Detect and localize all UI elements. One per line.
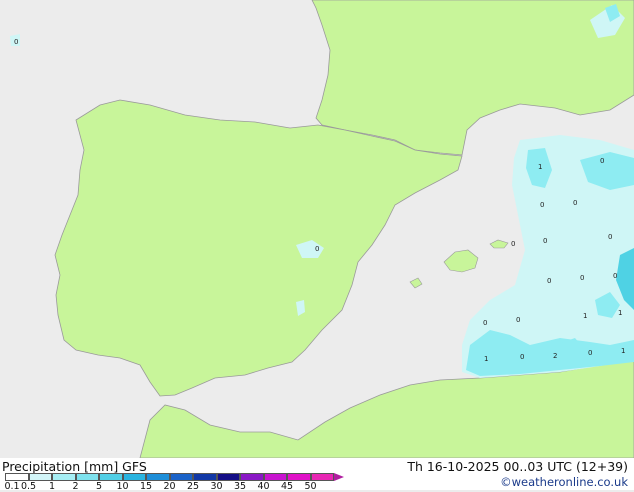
precipitation-map: 0 1 0 0 0 0 0 0 0 0 0 0 0 1 1 1 0 2 0 1 … — [0, 0, 634, 458]
legend-title: Precipitation [mm] GFS — [2, 459, 147, 474]
legend-tick-label: 50 — [304, 481, 317, 492]
map-label: 0 — [613, 272, 617, 280]
legend-tick-label: 45 — [280, 481, 294, 492]
legend-bar-area: Precipitation [mm] GFS Th 16-10-2025 00.… — [0, 458, 634, 492]
legend-swatch — [169, 473, 193, 481]
legend-swatch — [122, 473, 146, 481]
legend-tick-label: 0.5 — [20, 481, 37, 492]
map-label: 0 — [520, 353, 524, 361]
legend-swatch — [240, 473, 264, 481]
legend-tick-label: 0.1 — [4, 481, 20, 492]
legend-swatch — [99, 473, 123, 481]
legend-tick-label: 2 — [72, 481, 79, 492]
legend-swatch — [75, 473, 99, 481]
map-label: 1 — [583, 312, 587, 320]
legend-tick-label: 25 — [186, 481, 200, 492]
map-label: 0 — [315, 245, 319, 253]
legend-tick-label: 5 — [95, 481, 103, 492]
map-label: 1 — [621, 347, 625, 355]
legend-arrow — [334, 473, 344, 481]
valid-time: Th 16-10-2025 00..03 UTC (12+39) — [407, 459, 628, 474]
map-label: 0 — [14, 38, 18, 46]
map-label: 1 — [618, 309, 622, 317]
legend-swatch — [146, 473, 170, 481]
map-label: 0 — [600, 157, 604, 165]
legend-tick-label: 1 — [48, 481, 56, 492]
map-label: 0 — [540, 201, 544, 209]
legend-swatch — [310, 473, 334, 481]
map-label: 0 — [511, 240, 515, 248]
map-label: 2 — [553, 352, 557, 360]
map-label: 0 — [516, 316, 520, 324]
legend-swatch — [5, 473, 29, 481]
legend-tick-label: 40 — [257, 481, 270, 492]
legend-swatch — [287, 473, 311, 481]
map-label: 1 — [484, 355, 488, 363]
map-label: 0 — [588, 349, 592, 357]
credit-link[interactable]: ©weatheronline.co.uk — [500, 475, 628, 489]
map-label: 0 — [543, 237, 547, 245]
legend-tick-label: 30 — [210, 481, 223, 492]
legend-swatch — [263, 473, 287, 481]
map-label: 1 — [538, 163, 542, 171]
legend-tick-label: 20 — [163, 481, 176, 492]
map-label: 0 — [547, 277, 551, 285]
legend-swatch — [28, 473, 52, 481]
color-scale — [5, 473, 344, 481]
legend-swatch — [216, 473, 240, 481]
map-label: 0 — [608, 233, 612, 241]
map-label: 0 — [573, 199, 577, 207]
map-label: 0 — [580, 274, 584, 282]
legend-tick-label: 35 — [233, 481, 247, 492]
map-label: 0 — [483, 319, 487, 327]
legend-swatch — [193, 473, 217, 481]
legend-tick-label: 15 — [139, 481, 153, 492]
legend-tick-label: 10 — [116, 481, 129, 492]
legend-swatch — [52, 473, 76, 481]
